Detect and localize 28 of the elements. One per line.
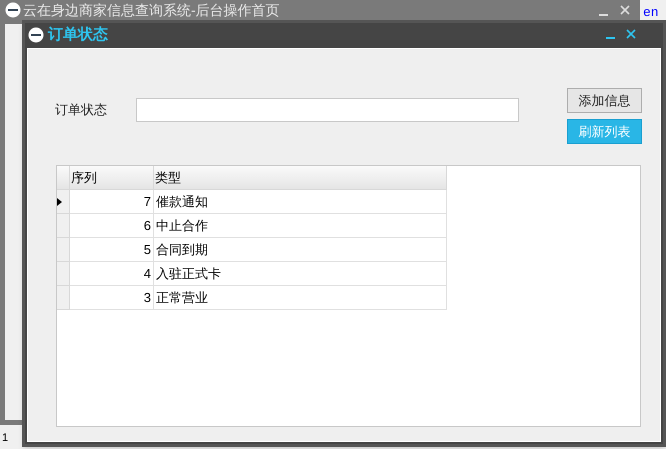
logo-icon (5, 2, 21, 18)
table-cell: 6 (70, 214, 154, 238)
minimize-icon[interactable] (606, 37, 615, 39)
input-field[interactable] (136, 98, 519, 122)
table-cell: 4 (70, 262, 154, 286)
field-label: 订单状态 (55, 101, 107, 119)
table-cell: 正常营业 (154, 286, 447, 310)
row-header[interactable] (57, 190, 70, 214)
table-cell: 7 (70, 190, 154, 214)
column-header[interactable]: 类型 (154, 166, 447, 190)
row-header-corner (57, 166, 70, 190)
table-cell: 3 (70, 286, 154, 310)
table-cell: 合同到期 (154, 238, 447, 262)
close-icon[interactable] (620, 5, 630, 15)
table-cell: 入驻正式卡 (154, 262, 447, 286)
table-cell: 催款通知 (154, 190, 447, 214)
column-header[interactable]: 序列 (70, 166, 154, 190)
table-cell: 5 (70, 238, 154, 262)
current-row-icon (57, 198, 62, 206)
dialog-title: 订单状态 (48, 24, 108, 45)
minimize-icon[interactable] (599, 14, 608, 16)
logo-icon (28, 27, 44, 43)
close-icon[interactable] (626, 29, 636, 39)
table-cell: 中止合作 (154, 214, 447, 238)
line-number: 1 (2, 431, 8, 446)
window-title: 云在身边商家信息查询系统-后台操作首页 (23, 0, 280, 20)
code-text: en (643, 4, 659, 22)
add-button[interactable]: 添加信息 (567, 88, 642, 113)
